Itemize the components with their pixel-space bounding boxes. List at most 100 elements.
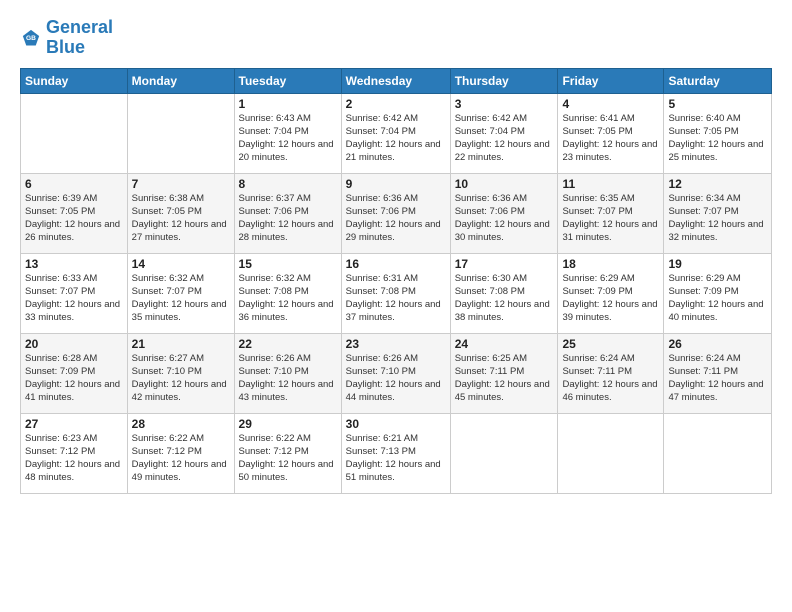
day-number: 11 [562, 177, 659, 191]
day-number: 18 [562, 257, 659, 271]
day-cell: 23Sunrise: 6:26 AM Sunset: 7:10 PM Dayli… [341, 333, 450, 413]
day-cell: 22Sunrise: 6:26 AM Sunset: 7:10 PM Dayli… [234, 333, 341, 413]
day-number: 12 [668, 177, 767, 191]
day-info: Sunrise: 6:22 AM Sunset: 7:12 PM Dayligh… [132, 432, 230, 485]
day-cell: 2Sunrise: 6:42 AM Sunset: 7:04 PM Daylig… [341, 93, 450, 173]
day-cell: 3Sunrise: 6:42 AM Sunset: 7:04 PM Daylig… [450, 93, 558, 173]
week-row-1: 1Sunrise: 6:43 AM Sunset: 7:04 PM Daylig… [21, 93, 772, 173]
day-number: 15 [239, 257, 337, 271]
day-number: 26 [668, 337, 767, 351]
day-info: Sunrise: 6:29 AM Sunset: 7:09 PM Dayligh… [562, 272, 659, 325]
day-number: 30 [346, 417, 446, 431]
day-cell: 21Sunrise: 6:27 AM Sunset: 7:10 PM Dayli… [127, 333, 234, 413]
day-number: 17 [455, 257, 554, 271]
day-cell: 7Sunrise: 6:38 AM Sunset: 7:05 PM Daylig… [127, 173, 234, 253]
day-info: Sunrise: 6:34 AM Sunset: 7:07 PM Dayligh… [668, 192, 767, 245]
day-info: Sunrise: 6:38 AM Sunset: 7:05 PM Dayligh… [132, 192, 230, 245]
day-info: Sunrise: 6:31 AM Sunset: 7:08 PM Dayligh… [346, 272, 446, 325]
svg-text:GB: GB [26, 35, 36, 42]
day-info: Sunrise: 6:42 AM Sunset: 7:04 PM Dayligh… [346, 112, 446, 165]
day-number: 23 [346, 337, 446, 351]
calendar-table: SundayMondayTuesdayWednesdayThursdayFrid… [20, 68, 772, 494]
day-number: 28 [132, 417, 230, 431]
day-cell: 20Sunrise: 6:28 AM Sunset: 7:09 PM Dayli… [21, 333, 128, 413]
day-number: 22 [239, 337, 337, 351]
logo-text: General [46, 18, 113, 38]
day-number: 1 [239, 97, 337, 111]
day-info: Sunrise: 6:40 AM Sunset: 7:05 PM Dayligh… [668, 112, 767, 165]
day-cell: 29Sunrise: 6:22 AM Sunset: 7:12 PM Dayli… [234, 413, 341, 493]
week-row-5: 27Sunrise: 6:23 AM Sunset: 7:12 PM Dayli… [21, 413, 772, 493]
day-cell: 12Sunrise: 6:34 AM Sunset: 7:07 PM Dayli… [664, 173, 772, 253]
day-cell: 19Sunrise: 6:29 AM Sunset: 7:09 PM Dayli… [664, 253, 772, 333]
day-cell: 10Sunrise: 6:36 AM Sunset: 7:06 PM Dayli… [450, 173, 558, 253]
day-number: 8 [239, 177, 337, 191]
day-number: 10 [455, 177, 554, 191]
day-info: Sunrise: 6:26 AM Sunset: 7:10 PM Dayligh… [346, 352, 446, 405]
day-cell: 15Sunrise: 6:32 AM Sunset: 7:08 PM Dayli… [234, 253, 341, 333]
day-info: Sunrise: 6:24 AM Sunset: 7:11 PM Dayligh… [668, 352, 767, 405]
day-info: Sunrise: 6:32 AM Sunset: 7:08 PM Dayligh… [239, 272, 337, 325]
day-info: Sunrise: 6:24 AM Sunset: 7:11 PM Dayligh… [562, 352, 659, 405]
day-info: Sunrise: 6:26 AM Sunset: 7:10 PM Dayligh… [239, 352, 337, 405]
day-cell [664, 413, 772, 493]
day-number: 3 [455, 97, 554, 111]
calendar-header-row: SundayMondayTuesdayWednesdayThursdayFrid… [21, 68, 772, 93]
day-number: 7 [132, 177, 230, 191]
day-number: 13 [25, 257, 123, 271]
day-number: 24 [455, 337, 554, 351]
day-info: Sunrise: 6:21 AM Sunset: 7:13 PM Dayligh… [346, 432, 446, 485]
day-number: 29 [239, 417, 337, 431]
day-cell: 27Sunrise: 6:23 AM Sunset: 7:12 PM Dayli… [21, 413, 128, 493]
day-cell: 26Sunrise: 6:24 AM Sunset: 7:11 PM Dayli… [664, 333, 772, 413]
day-header-tuesday: Tuesday [234, 68, 341, 93]
day-number: 14 [132, 257, 230, 271]
day-header-saturday: Saturday [664, 68, 772, 93]
day-number: 16 [346, 257, 446, 271]
day-info: Sunrise: 6:25 AM Sunset: 7:11 PM Dayligh… [455, 352, 554, 405]
day-cell: 24Sunrise: 6:25 AM Sunset: 7:11 PM Dayli… [450, 333, 558, 413]
day-cell: 30Sunrise: 6:21 AM Sunset: 7:13 PM Dayli… [341, 413, 450, 493]
week-row-4: 20Sunrise: 6:28 AM Sunset: 7:09 PM Dayli… [21, 333, 772, 413]
day-info: Sunrise: 6:36 AM Sunset: 7:06 PM Dayligh… [455, 192, 554, 245]
day-cell [450, 413, 558, 493]
day-info: Sunrise: 6:28 AM Sunset: 7:09 PM Dayligh… [25, 352, 123, 405]
day-cell [127, 93, 234, 173]
day-number: 9 [346, 177, 446, 191]
day-info: Sunrise: 6:27 AM Sunset: 7:10 PM Dayligh… [132, 352, 230, 405]
day-info: Sunrise: 6:39 AM Sunset: 7:05 PM Dayligh… [25, 192, 123, 245]
day-info: Sunrise: 6:30 AM Sunset: 7:08 PM Dayligh… [455, 272, 554, 325]
day-info: Sunrise: 6:36 AM Sunset: 7:06 PM Dayligh… [346, 192, 446, 245]
day-info: Sunrise: 6:22 AM Sunset: 7:12 PM Dayligh… [239, 432, 337, 485]
day-number: 4 [562, 97, 659, 111]
day-number: 2 [346, 97, 446, 111]
day-info: Sunrise: 6:41 AM Sunset: 7:05 PM Dayligh… [562, 112, 659, 165]
day-number: 25 [562, 337, 659, 351]
day-cell [558, 413, 664, 493]
day-cell: 25Sunrise: 6:24 AM Sunset: 7:11 PM Dayli… [558, 333, 664, 413]
day-cell: 5Sunrise: 6:40 AM Sunset: 7:05 PM Daylig… [664, 93, 772, 173]
day-header-monday: Monday [127, 68, 234, 93]
day-header-wednesday: Wednesday [341, 68, 450, 93]
day-number: 20 [25, 337, 123, 351]
day-info: Sunrise: 6:42 AM Sunset: 7:04 PM Dayligh… [455, 112, 554, 165]
day-info: Sunrise: 6:23 AM Sunset: 7:12 PM Dayligh… [25, 432, 123, 485]
day-number: 6 [25, 177, 123, 191]
page-header: GB General Blue [20, 18, 772, 58]
day-info: Sunrise: 6:29 AM Sunset: 7:09 PM Dayligh… [668, 272, 767, 325]
day-cell: 28Sunrise: 6:22 AM Sunset: 7:12 PM Dayli… [127, 413, 234, 493]
day-cell: 13Sunrise: 6:33 AM Sunset: 7:07 PM Dayli… [21, 253, 128, 333]
day-cell: 17Sunrise: 6:30 AM Sunset: 7:08 PM Dayli… [450, 253, 558, 333]
week-row-2: 6Sunrise: 6:39 AM Sunset: 7:05 PM Daylig… [21, 173, 772, 253]
day-number: 19 [668, 257, 767, 271]
day-cell: 16Sunrise: 6:31 AM Sunset: 7:08 PM Dayli… [341, 253, 450, 333]
day-cell: 18Sunrise: 6:29 AM Sunset: 7:09 PM Dayli… [558, 253, 664, 333]
logo: GB General Blue [20, 18, 113, 58]
day-info: Sunrise: 6:37 AM Sunset: 7:06 PM Dayligh… [239, 192, 337, 245]
logo-icon: GB [20, 27, 42, 49]
day-info: Sunrise: 6:43 AM Sunset: 7:04 PM Dayligh… [239, 112, 337, 165]
day-cell [21, 93, 128, 173]
day-cell: 4Sunrise: 6:41 AM Sunset: 7:05 PM Daylig… [558, 93, 664, 173]
week-row-3: 13Sunrise: 6:33 AM Sunset: 7:07 PM Dayli… [21, 253, 772, 333]
day-number: 21 [132, 337, 230, 351]
